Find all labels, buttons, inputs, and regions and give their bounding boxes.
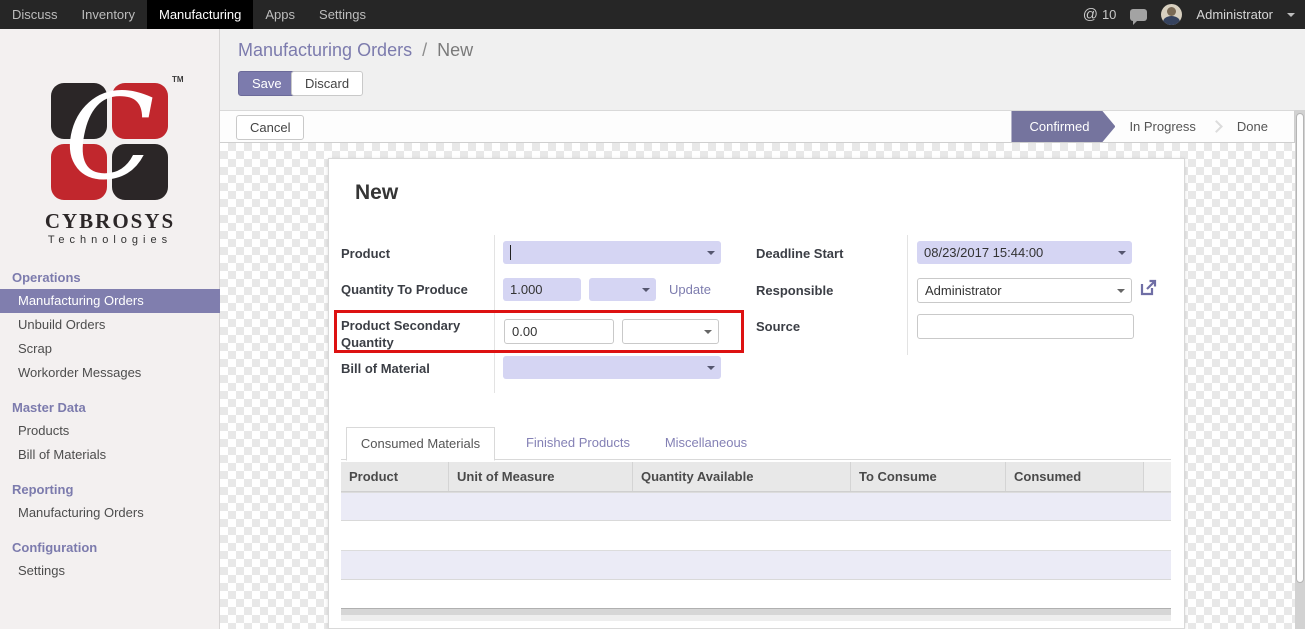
discard-button[interactable]: Discard <box>291 71 363 96</box>
breadcrumb-current: New <box>437 40 473 60</box>
messages-icon[interactable] <box>1130 9 1147 21</box>
sidebar-item-workorder-messages[interactable]: Workorder Messages <box>0 361 220 385</box>
statusbar: Cancel Confirmed In Progress Done <box>220 110 1295 143</box>
chevron-right-icon <box>1210 120 1223 133</box>
status-confirmed[interactable]: Confirmed <box>1011 111 1115 142</box>
scrollbar-thumb[interactable] <box>1296 113 1304 583</box>
product-field[interactable] <box>503 241 721 264</box>
tab-miscellaneous[interactable]: Miscellaneous <box>651 426 761 460</box>
table-header-row: Product Unit of Measure Quantity Availab… <box>341 462 1171 492</box>
section-reporting: Reporting <box>0 479 220 501</box>
col-unit-of-measure[interactable]: Unit of Measure <box>449 462 633 491</box>
breadcrumb: Manufacturing Orders / New <box>238 40 473 61</box>
bill-of-material-field[interactable] <box>503 356 721 379</box>
brand-subtitle: Technologies <box>0 234 220 246</box>
sidebar-menu: Operations Manufacturing Orders Unbuild … <box>0 267 220 595</box>
col-product[interactable]: Product <box>341 462 449 491</box>
dropdown-caret-icon[interactable] <box>707 251 715 259</box>
breadcrumb-manufacturing-orders[interactable]: Manufacturing Orders <box>238 40 412 60</box>
control-panel: Manufacturing Orders / New Save Discard <box>220 29 1305 110</box>
sidebar-item-settings[interactable]: Settings <box>0 559 220 583</box>
mentions-counter[interactable]: @ 10 <box>1083 6 1117 23</box>
responsible-label: Responsible <box>756 282 906 299</box>
sidebar-item-manufacturing-orders[interactable]: Manufacturing Orders <box>0 289 220 313</box>
source-input[interactable] <box>917 314 1134 339</box>
breadcrumb-separator: / <box>417 40 432 60</box>
sidebar-item-reporting-manufacturing-orders[interactable]: Manufacturing Orders <box>0 501 220 525</box>
mentions-count: 10 <box>1102 7 1116 22</box>
source-label: Source <box>756 318 906 335</box>
tab-consumed-materials[interactable]: Consumed Materials <box>346 427 495 461</box>
quantity-to-produce-input[interactable] <box>503 278 581 301</box>
menu-inventory[interactable]: Inventory <box>70 0 147 29</box>
dropdown-caret-icon[interactable] <box>1117 289 1125 297</box>
status-done[interactable]: Done <box>1223 119 1282 134</box>
section-master-data: Master Data <box>0 397 220 419</box>
notebook-tabs: Consumed Materials Finished Products Mis… <box>341 426 1171 460</box>
cancel-button[interactable]: Cancel <box>236 115 304 140</box>
col-consumed[interactable]: Consumed <box>1006 462 1144 491</box>
section-operations: Operations <box>0 267 220 289</box>
deadline-start-field[interactable]: 08/23/2017 15:44:00 <box>917 241 1132 264</box>
table-row[interactable] <box>341 580 1171 608</box>
table-row[interactable] <box>341 492 1171 521</box>
table-footer-bar <box>341 608 1171 615</box>
group-separator <box>907 235 908 355</box>
menu-discuss[interactable]: Discuss <box>0 0 70 29</box>
table-footer-track <box>341 615 1171 621</box>
user-menu[interactable]: Administrator <box>1196 7 1273 22</box>
deadline-start-value: 08/23/2017 15:44:00 <box>924 245 1043 260</box>
cybrosys-logo: C TM CYBROSYS Technologies <box>0 29 220 229</box>
menu-manufacturing[interactable]: Manufacturing <box>147 0 253 29</box>
sidebar-item-unbuild-orders[interactable]: Unbuild Orders <box>0 313 220 337</box>
product-label: Product <box>341 245 491 262</box>
col-actions <box>1144 462 1171 491</box>
section-configuration: Configuration <box>0 537 220 559</box>
group-separator <box>494 235 495 393</box>
deadline-start-label: Deadline Start <box>756 245 906 262</box>
text-cursor <box>510 245 511 260</box>
dropdown-caret-icon[interactable] <box>642 288 650 296</box>
menu-settings[interactable]: Settings <box>307 0 378 29</box>
menu-apps[interactable]: Apps <box>253 0 307 29</box>
col-to-consume[interactable]: To Consume <box>851 462 1006 491</box>
table-row[interactable] <box>341 521 1171 550</box>
sidebar: C TM CYBROSYS Technologies Operations Ma… <box>0 29 220 629</box>
dropdown-caret-icon[interactable] <box>707 366 715 374</box>
sidebar-item-bill-of-materials[interactable]: Bill of Materials <box>0 443 220 467</box>
record-title: New <box>355 181 398 205</box>
quantity-to-produce-label: Quantity To Produce <box>341 281 491 298</box>
at-icon: @ <box>1083 6 1098 23</box>
brand-name: CYBROSYS <box>0 209 220 234</box>
sidebar-item-scrap[interactable]: Scrap <box>0 337 220 361</box>
update-link[interactable]: Update <box>669 282 711 297</box>
table-row[interactable] <box>341 550 1171 580</box>
form-sheet: New Product Quantity To Produce Update P… <box>328 158 1185 629</box>
chevron-down-icon[interactable] <box>1287 13 1295 21</box>
external-link-icon[interactable] <box>1140 279 1157 296</box>
secondary-uom-field[interactable] <box>622 319 719 344</box>
avatar[interactable] <box>1161 4 1182 25</box>
col-quantity-available[interactable]: Quantity Available <box>633 462 851 491</box>
product-secondary-quantity-input[interactable] <box>504 319 614 344</box>
status-widget: Confirmed In Progress Done <box>1011 111 1282 142</box>
bill-of-material-label: Bill of Material <box>341 360 491 377</box>
tab-finished-products[interactable]: Finished Products <box>513 426 643 460</box>
top-menubar: Discuss Inventory Manufacturing Apps Set… <box>0 0 1305 29</box>
dropdown-caret-icon[interactable] <box>704 330 712 338</box>
sidebar-item-products[interactable]: Products <box>0 419 220 443</box>
status-in-progress[interactable]: In Progress <box>1115 119 1209 134</box>
dropdown-caret-icon[interactable] <box>1118 251 1126 259</box>
consumed-materials-table: Product Unit of Measure Quantity Availab… <box>341 462 1171 621</box>
responsible-value: Administrator <box>925 283 1002 298</box>
logo-monogram: C <box>51 67 168 207</box>
quantity-uom-field[interactable] <box>589 278 656 301</box>
vertical-scrollbar[interactable] <box>1295 110 1305 629</box>
product-secondary-quantity-label: Product Secondary Quantity <box>341 317 491 351</box>
save-button[interactable]: Save <box>238 71 296 96</box>
trademark-mark: TM <box>172 75 184 84</box>
responsible-field[interactable]: Administrator <box>917 278 1132 303</box>
